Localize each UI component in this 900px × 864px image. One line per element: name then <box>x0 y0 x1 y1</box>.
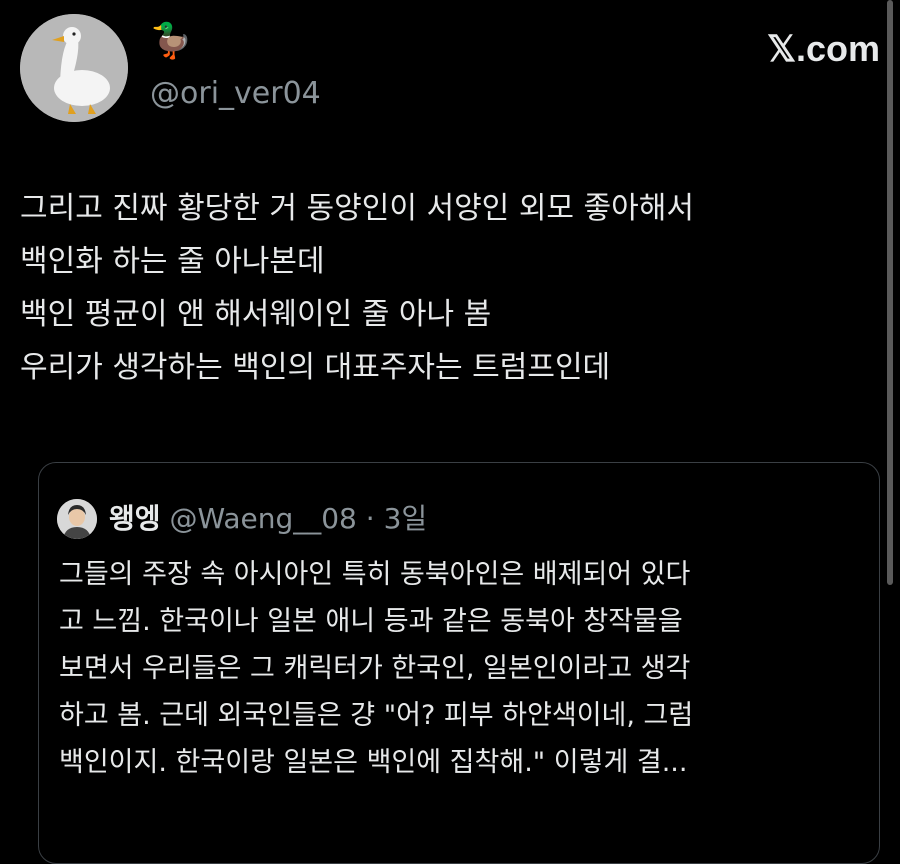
quote-line: 하고 봄. 근데 외국인들은 걍 "어? 피부 하얀색이네, 그럼 <box>59 700 694 731</box>
user-handle[interactable]: @ori_ver04 <box>150 76 321 111</box>
tweet-text: 그리고 진짜 황당한 거 동양인이 서양인 외모 좋아해서 백인화 하는 줄 아… <box>20 182 880 394</box>
quote-line: 그들의 주장 속 아시아인 특히 동북아인은 배제되어 있다 <box>59 559 691 590</box>
quoted-tweet[interactable]: 왱엥 @Waeng__08 · 3일 그들의 주장 속 아시아인 특히 동북아인… <box>38 462 880 864</box>
quote-handle[interactable]: @Waeng__08 <box>169 502 356 535</box>
tweet-line: 백인 평균이 앤 해서웨이인 줄 아나 봄 <box>20 297 492 332</box>
separator-dot: · <box>365 502 375 535</box>
scrollbar[interactable] <box>887 0 893 800</box>
quote-line: 고 느낌. 한국이나 일본 애니 등과 같은 동북아 창작물을 <box>59 606 683 637</box>
quote-text: 그들의 주장 속 아시아인 특히 동북아인은 배제되어 있다 고 느낌. 한국이… <box>59 551 859 786</box>
display-name[interactable]: 🦆 <box>150 24 192 58</box>
tweet-line: 그리고 진짜 황당한 거 동양인이 서양인 외모 좋아해서 <box>20 191 694 226</box>
tweet-line: 우리가 생각하는 백인의 대표주자는 트럼프인데 <box>20 350 611 385</box>
quote-display-name[interactable]: 왱엥 <box>109 502 161 535</box>
x-logo: 𝕏.com <box>766 28 880 69</box>
quote-line: 보면서 우리들은 그 캐릭터가 한국인, 일본인이라고 생각 <box>59 653 691 684</box>
user-avatar-icon[interactable] <box>20 14 128 122</box>
quote-avatar-icon[interactable] <box>57 499 97 539</box>
scrollbar-thumb[interactable] <box>887 0 893 585</box>
quote-line: 백인이지. 한국이랑 일본은 백인에 집착해." 이렇게 결... <box>59 747 688 778</box>
quote-header: 왱엥 @Waeng__08 · 3일 <box>109 497 427 537</box>
tweet-line: 백인화 하는 줄 아나본데 <box>20 244 325 279</box>
tweet-header: 🦆 @ori_ver04 𝕏.com <box>20 14 880 124</box>
quote-timestamp[interactable]: 3일 <box>384 502 428 535</box>
